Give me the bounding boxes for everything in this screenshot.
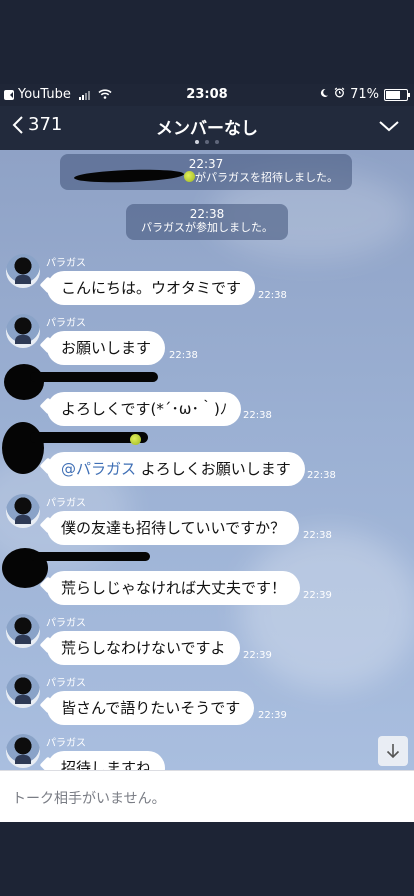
bottom-blank-area: [0, 822, 414, 896]
message-time: 22:38: [303, 530, 332, 541]
sender-name: パラガス: [46, 318, 86, 329]
avatar[interactable]: [6, 254, 40, 288]
menu-chevron-down-icon[interactable]: [378, 118, 400, 137]
system-time: 22:37: [188, 157, 224, 171]
redaction-scribble: [30, 552, 150, 561]
status-right: 71%: [319, 87, 410, 102]
battery-percent: 71%: [350, 87, 379, 102]
mention-link[interactable]: @パラガス: [61, 460, 136, 478]
status-bar: YouTube 23:08 71%: [0, 84, 414, 106]
message-text: よろしくお願いします: [136, 460, 291, 478]
background-cloud: [240, 530, 414, 690]
chat-header: 371 メンバーなし: [0, 106, 414, 150]
message-bubble[interactable]: 僕の友達も招待していいですか？: [47, 511, 300, 545]
message-bubble[interactable]: 皆さんで語りたいそうです: [47, 691, 255, 725]
message-time: 22:39: [303, 590, 332, 601]
system-text: がパラガスを招待しました。: [195, 171, 338, 184]
battery-icon: [384, 88, 410, 101]
chat-area[interactable]: 22:37 がパラガスを招待しました。 22:38 パラガスが参加しました。 パ…: [0, 150, 414, 770]
top-blank-area: [0, 0, 414, 84]
redaction-scribble: [30, 372, 158, 382]
message-bubble-mention[interactable]: @パラガス よろしくお願いします: [47, 452, 305, 486]
scroll-to-bottom-button[interactable]: [378, 736, 408, 766]
system-time: 22:38: [189, 207, 225, 221]
sender-name: パラガス: [46, 498, 86, 509]
message-input-bar[interactable]: トーク相手がいません。: [0, 770, 414, 823]
sender-name: パラガス: [46, 738, 86, 749]
message-time: 22:38: [307, 470, 336, 481]
sender-name: パラガス: [46, 258, 86, 269]
avatar[interactable]: [6, 614, 40, 648]
moon-icon: [319, 87, 329, 102]
chat-title[interactable]: メンバーなし: [0, 114, 414, 139]
message-time: 22:38: [258, 290, 287, 301]
tennis-ball-emoji-icon: [130, 434, 141, 445]
message-bubble[interactable]: こんにちは。ウオタミです: [47, 271, 256, 305]
sender-name: パラガス: [46, 618, 86, 629]
page-dot: [215, 140, 219, 144]
message-bubble[interactable]: お願いします: [47, 331, 166, 365]
avatar[interactable]: [6, 494, 40, 528]
alarm-icon: [334, 87, 345, 102]
avatar[interactable]: [6, 734, 40, 768]
message-time: 22:38: [243, 410, 272, 421]
sender-name: パラガス: [46, 678, 86, 689]
arrow-down-icon: [386, 744, 400, 759]
message-bubble[interactable]: 荒らしじゃなければ大丈夫です！: [47, 571, 301, 605]
message-bubble[interactable]: 荒らしなわけないですよ: [47, 631, 240, 665]
redaction-scribble: [4, 364, 44, 400]
message-time: 22:39: [258, 710, 287, 721]
tennis-ball-emoji-icon: [184, 171, 195, 182]
message-bubble[interactable]: よろしくです(*´･ω･｀)ﾉ: [47, 392, 242, 426]
message-time: 22:38: [169, 350, 198, 361]
system-text: パラガスが参加しました。: [141, 221, 273, 234]
input-placeholder: トーク相手がいません。: [12, 791, 166, 807]
page-indicator: [0, 140, 414, 144]
page-dot-active: [195, 140, 199, 144]
avatar[interactable]: [6, 674, 40, 708]
system-message-joined: 22:38 パラガスが参加しました。: [126, 204, 288, 240]
avatar[interactable]: [6, 314, 40, 348]
redaction-scribble: [2, 422, 44, 474]
message-time: 22:39: [243, 650, 272, 661]
message-bubble[interactable]: 招待しますね: [47, 751, 166, 770]
page-dot: [205, 140, 209, 144]
